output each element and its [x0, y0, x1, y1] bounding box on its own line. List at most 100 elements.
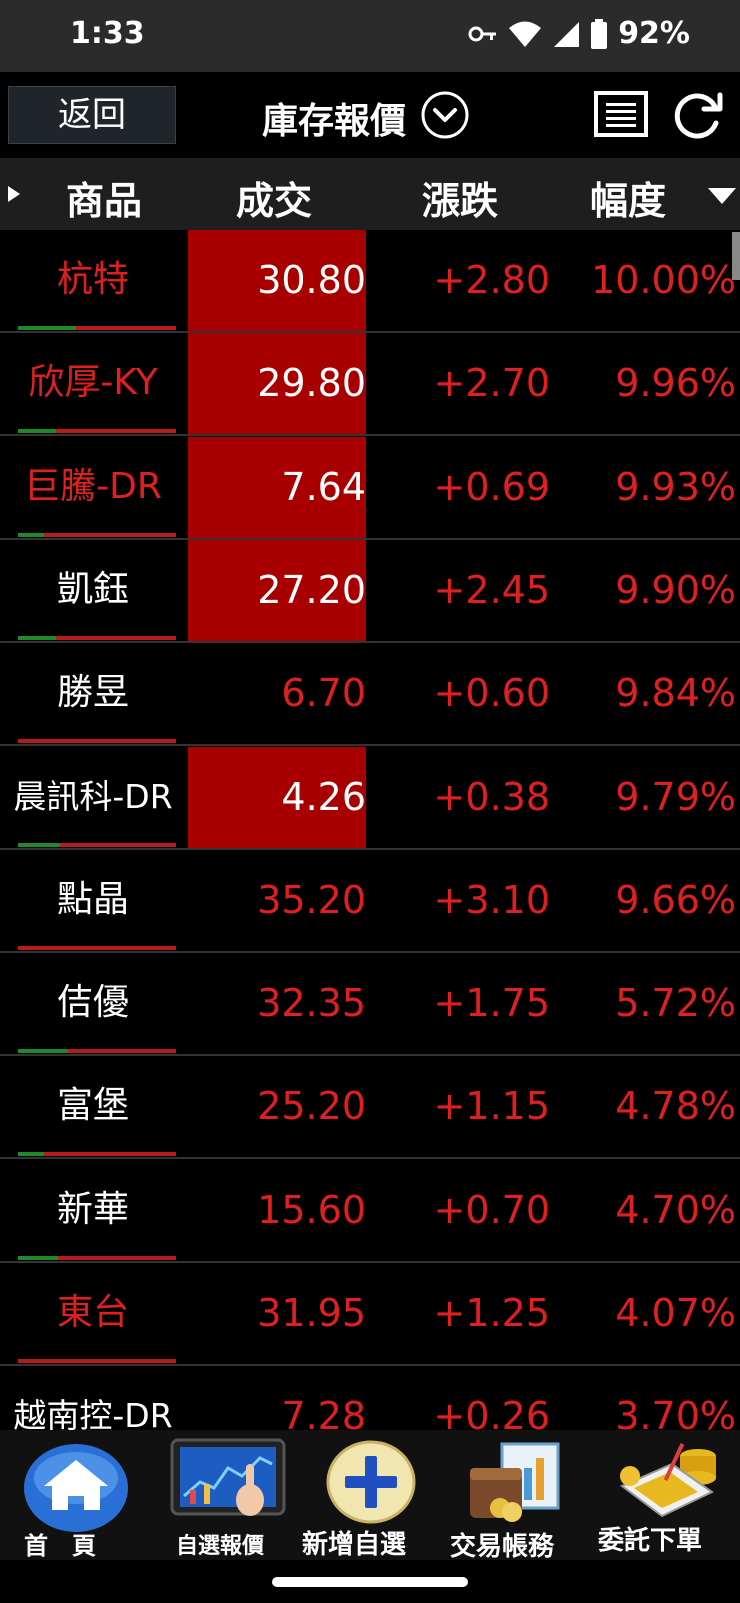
column-product[interactable]: 商品: [66, 170, 142, 225]
buy-ratio-fill: [18, 429, 56, 434]
home-icon: [24, 1444, 128, 1532]
change-percent: 4.07%: [615, 1291, 736, 1335]
nav-account-label: 交易帳務: [450, 1532, 555, 1562]
price-change: +2.70: [433, 361, 550, 406]
watchlist-tablet-icon: [170, 1438, 286, 1516]
battery-percent: 92%: [618, 16, 690, 51]
price-change: +1.75: [433, 981, 550, 1026]
status-time: 1:33: [70, 16, 145, 51]
nav-order[interactable]: 委託下單: [592, 1430, 740, 1560]
last-price: 31.95: [257, 1291, 366, 1335]
add-plus-icon: [326, 1440, 416, 1524]
price-change: +0.38: [433, 774, 550, 819]
product-name[interactable]: 點晶: [0, 850, 186, 950]
nav-watchlist[interactable]: 自選報價: [148, 1430, 296, 1560]
table-row[interactable]: 凱鈺 27.20 +2.45 9.90%: [0, 539, 740, 643]
buy-sell-ratio-bar: [18, 326, 176, 330]
refresh-icon[interactable]: [672, 89, 724, 141]
price-change: +0.69: [433, 464, 550, 509]
status-icons: 92%: [468, 16, 690, 51]
price-change: +0.60: [433, 671, 550, 716]
sort-down-icon[interactable]: [706, 186, 738, 206]
list-icon[interactable]: [594, 91, 648, 137]
product-name-line1: 勝昱: [56, 672, 129, 714]
price-change: +2.45: [433, 567, 550, 612]
nav-account[interactable]: 交易帳務: [444, 1430, 592, 1562]
table-row[interactable]: 佶優 32.35 +1.75 5.72%: [0, 953, 740, 1057]
buy-sell-ratio-bar: [18, 739, 176, 744]
nav-order-label: 委託下單: [598, 1526, 703, 1556]
product-name[interactable]: 勝昱: [0, 643, 186, 743]
table-row[interactable]: 富堡 25.20 +1.15 4.78%: [0, 1056, 740, 1160]
back-button[interactable]: 返回: [8, 86, 176, 144]
buy-ratio-fill: [18, 635, 56, 640]
product-name[interactable]: 凱鈺: [0, 540, 186, 640]
wifi-icon: [509, 21, 542, 47]
quote-list[interactable]: 杭特 30.80 +2.80 10.00% 欣厚-KY 29.80 +2.70 9.96% 巨騰…: [0, 230, 740, 1430]
product-name-line1: 新華: [56, 1188, 129, 1230]
change-percent: 5.72%: [615, 981, 736, 1026]
product-name[interactable]: 佶優: [0, 953, 186, 1053]
buy-ratio-fill: [18, 532, 44, 537]
cell-signal-icon: [554, 21, 580, 47]
change-percent: 9.84%: [615, 671, 736, 716]
column-percent[interactable]: 幅度: [590, 170, 666, 225]
last-price: 4.26: [188, 746, 366, 848]
last-price: 27.20: [188, 539, 366, 641]
table-row[interactable]: 越南控-D R 7.28 +0.26 3.70%: [0, 1366, 740, 1430]
home-indicator[interactable]: [272, 1577, 468, 1587]
last-price: 32.35: [257, 981, 366, 1026]
column-header: 商品 成交 漲跌 幅度: [0, 158, 740, 230]
product-name[interactable]: 新華: [0, 1160, 186, 1260]
product-name[interactable]: 東台: [0, 1263, 186, 1363]
buy-ratio-fill: [18, 1255, 58, 1260]
table-row[interactable]: 欣厚-KY 29.80 +2.70 9.96%: [0, 333, 740, 437]
product-name[interactable]: 晨訊科-D R: [0, 747, 186, 847]
buy-sell-ratio-bar: [18, 429, 176, 434]
change-percent: 9.66%: [615, 877, 736, 922]
product-name-line1: 杭特: [56, 259, 129, 300]
table-row[interactable]: 東台 31.95 +1.25 4.07%: [0, 1263, 740, 1366]
table-row[interactable]: 晨訊科-D R 4.26 +0.38 9.79%: [0, 746, 740, 850]
chevron-down-icon[interactable]: [420, 90, 470, 140]
title-bar: 返回 庫存報價: [0, 72, 740, 158]
product-name[interactable]: 巨騰-DR: [0, 437, 186, 537]
nav-add-watch[interactable]: 新增自選: [296, 1430, 444, 1560]
product-name[interactable]: 杭特: [0, 230, 186, 330]
product-name-line1: 巨騰-DR: [24, 465, 162, 507]
buy-ratio-fill: [18, 1049, 68, 1054]
product-name-line1: 東台: [56, 1292, 129, 1333]
product-name[interactable]: 富堡: [0, 1056, 186, 1156]
vpn-key-icon: [468, 26, 497, 41]
last-price: 30.80: [188, 230, 366, 331]
expand-left-icon[interactable]: [6, 184, 22, 204]
last-price: 29.80: [188, 333, 366, 435]
buy-sell-ratio-bar: [18, 945, 176, 950]
product-name-line1: 佶優: [56, 982, 129, 1024]
last-price: 25.20: [257, 1084, 366, 1129]
buy-sell-ratio-bar: [18, 1049, 176, 1054]
bottom-nav: 首 頁 自選報價 新增自選 交易帳務 委託下單: [0, 1430, 740, 1562]
wallet-report-icon: [470, 1442, 560, 1522]
column-change[interactable]: 漲跌: [422, 170, 498, 225]
column-price[interactable]: 成交: [236, 170, 312, 225]
price-change: +2.80: [433, 258, 550, 302]
table-row[interactable]: 杭特 30.80 +2.80 10.00%: [0, 230, 740, 333]
table-row[interactable]: 新華 15.60 +0.70 4.70%: [0, 1160, 740, 1263]
order-coins-icon: [620, 1443, 716, 1518]
page-title[interactable]: 庫存報價: [262, 92, 406, 144]
scrollbar-thumb[interactable]: [732, 232, 740, 280]
product-name[interactable]: 欣厚-KY: [0, 333, 186, 433]
price-change: +3.10: [433, 877, 550, 922]
nav-home[interactable]: 首 頁: [0, 1430, 148, 1560]
change-percent: 9.79%: [615, 774, 736, 819]
table-row[interactable]: 勝昱 6.70 +0.60 9.84%: [0, 643, 740, 747]
table-row[interactable]: 點晶 35.20 +3.10 9.66%: [0, 850, 740, 953]
table-row[interactable]: 巨騰-DR 7.64 +0.69 9.93%: [0, 436, 740, 540]
product-name-line1: 欣厚-KY: [28, 362, 158, 404]
change-percent: 3.70%: [615, 1394, 736, 1430]
battery-icon: [591, 18, 608, 49]
product-name-line1: 點晶: [56, 878, 129, 920]
product-name-line2: R: [149, 1396, 173, 1430]
product-name[interactable]: 越南控-D R: [0, 1366, 186, 1430]
